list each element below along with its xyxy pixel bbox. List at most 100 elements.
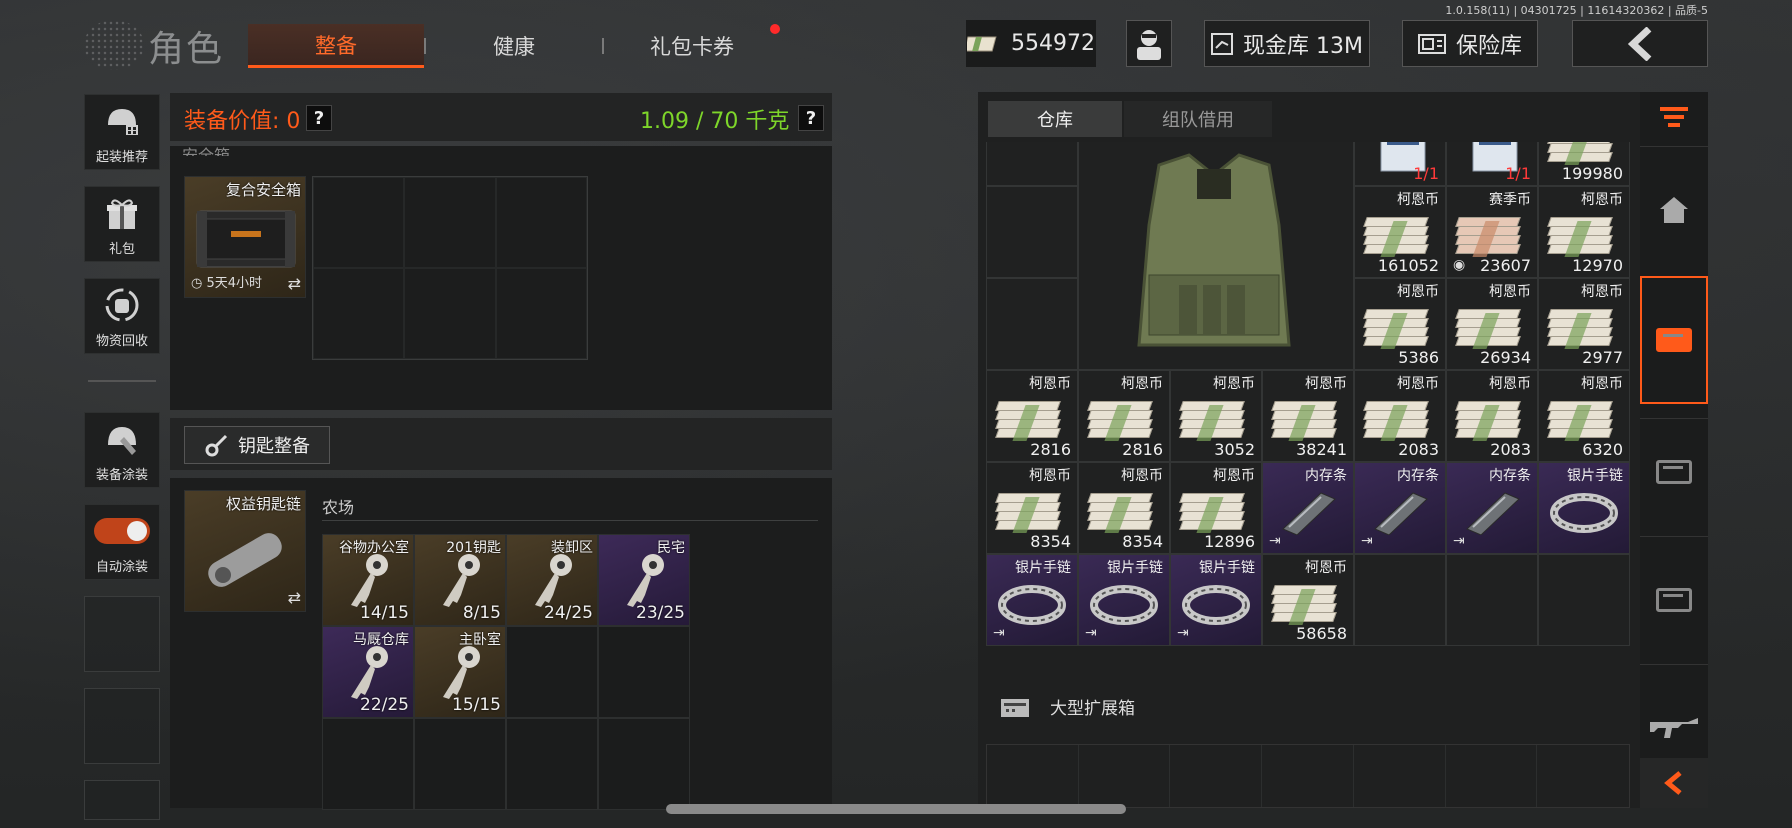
key-item[interactable]: 主卧室 15/15 [414,626,506,718]
swap-icon[interactable]: ⇄ [288,274,301,293]
weight-help-button[interactable]: ? [798,105,824,131]
currency-item[interactable]: 柯恩币 12896 [1170,462,1262,554]
inventory-slot[interactable] [1354,554,1446,646]
inventory-grid: 50/50 1/1 1/1 199980 柯恩币 161052 ◉ 赛季币 23607 柯恩币 12… [986,142,1630,676]
sidebar-label: 装备涂装 [95,468,148,483]
inventory-slot[interactable] [986,186,1078,278]
safebox-item[interactable]: 复合安全箱 ◷ 5天4小时 ⇄ [184,176,306,298]
currency-item[interactable]: 柯恩币 26934 [1446,278,1538,370]
auto-paint-toggle[interactable]: 自动涂装 [84,504,160,580]
operator-button[interactable] [1126,20,1172,67]
inventory-slot[interactable] [986,142,1078,186]
back-button[interactable] [1572,20,1708,67]
key-item[interactable]: 谷物办公室 14/15 [322,534,414,626]
gift-button[interactable]: 礼包 [84,186,160,262]
currency-item[interactable]: 199980 [1538,142,1630,186]
notification-dot [770,24,780,34]
key-slot[interactable] [598,626,690,718]
key-count: 15/15 [452,695,501,715]
equip-value-help-button[interactable]: ? [306,105,332,131]
currency-item[interactable]: 柯恩币 8354 [986,462,1078,554]
memory-stick-icon [1282,492,1336,535]
key-slot[interactable] [414,718,506,810]
safebox-image [196,210,296,268]
expand-box-row[interactable]: 大型扩展箱 [1000,694,1135,719]
storage-box-button-active[interactable] [1640,276,1708,404]
horizontal-scrollbar[interactable] [666,804,1126,814]
banknote-stack-icon [1547,142,1613,165]
tab-health[interactable]: 健康 [426,24,602,68]
key-slot[interactable] [598,718,690,810]
currency-item[interactable]: 柯恩币 6320 [1538,370,1630,462]
key-item[interactable]: 马厩仓库 22/25 [322,626,414,718]
inventory-slot[interactable] [986,278,1078,370]
tab-warehouse[interactable]: 仓库 [988,101,1122,137]
banknote-stack-icon [1271,585,1337,625]
cash-vault-button[interactable]: 现金库 13M [1204,20,1370,67]
silver-bracelet-item[interactable]: ⇥ 银片手链 [1170,554,1262,646]
currency-item[interactable]: 柯恩币 5386 [1354,278,1446,370]
currency-item[interactable]: 柯恩币 2083 [1354,370,1446,462]
tab-team-borrow[interactable]: 组队借用 [1124,101,1272,137]
memory-stick-item[interactable]: ⇥ 内存条 [1262,462,1354,554]
key-item[interactable]: 201钥匙 8/15 [414,534,506,626]
key-loadout-button[interactable]: 钥匙整备 [184,426,330,464]
weapon-button[interactable] [1646,706,1702,746]
section-title: 安全箱 [182,146,231,156]
currency-item[interactable]: 柯恩币 12970 [1538,186,1630,278]
inventory-slot[interactable] [1538,554,1630,646]
silver-bracelet-item[interactable]: ⇥ 银片手链 [986,554,1078,646]
card-item[interactable]: 1/1 [1446,142,1538,186]
recycle-button[interactable]: 物资回收 [84,278,160,354]
tab-equip[interactable]: 整备 [248,24,424,68]
safe-button[interactable]: 保险库 [1402,20,1538,67]
sort-button[interactable] [1656,100,1692,136]
keychain-item[interactable]: 权益钥匙链 ⇄ [184,490,306,612]
home-button[interactable] [1654,190,1694,230]
card-item[interactable]: 1/1 [1354,142,1446,186]
currency-item[interactable]: 柯恩币 2977 [1538,278,1630,370]
loadout-recommend-button[interactable]: 起装推荐 [84,94,160,170]
sidebar-label: 物资回收 [95,334,148,349]
tab-gift-cards[interactable]: 礼包卡券 [604,24,780,68]
export-icon: ⇥ [1085,625,1097,641]
inventory-slot[interactable] [1446,554,1538,646]
chevron-left-icon [1627,26,1652,61]
currency-item[interactable]: 柯恩币 8354 [1078,462,1170,554]
key-count: 24/25 [544,603,593,623]
currency-item[interactable]: 柯恩币 3052 [1170,370,1262,462]
memory-stick-icon [1466,492,1520,535]
banknote-stack-icon [995,401,1061,441]
key-slot[interactable] [506,718,598,810]
currency-item[interactable]: 柯恩币 2816 [986,370,1078,462]
key-slot[interactable] [322,718,414,810]
tactical-vest-item[interactable]: 50/50 [1078,142,1354,370]
item-name: 柯恩币 [1489,284,1531,300]
currency-item[interactable]: 柯恩币 161052 [1354,186,1446,278]
item-count: 199980 [1561,164,1623,183]
currency-display[interactable]: 554972 [966,20,1096,67]
safebox-grid [312,176,588,360]
currency-item[interactable]: 柯恩币 2083 [1446,370,1538,462]
memory-stick-item[interactable]: ⇥ 内存条 [1354,462,1446,554]
key-item[interactable]: 民宅 23/25 [598,534,690,626]
swap-icon[interactable]: ⇄ [288,588,301,607]
currency-item[interactable]: 柯恩币 38241 [1262,370,1354,462]
key-item[interactable]: 装卸区 24/25 [506,534,598,626]
item-name: 柯恩币 [1121,468,1163,484]
silver-bracelet-item[interactable]: ⇥ 银片手链 [1078,554,1170,646]
key-slot[interactable] [506,626,598,718]
banknote-icon [967,36,997,51]
storage-box-button-3[interactable] [1640,568,1708,632]
key-section-header: 钥匙整备 [170,418,832,470]
silver-bracelet-item[interactable]: 银片手链 [1538,462,1630,554]
currency-item[interactable]: 柯恩币 58658 [1262,554,1354,646]
collapse-rail-button[interactable] [1640,758,1708,808]
currency-item[interactable]: ◉ 赛季币 23607 [1446,186,1538,278]
equip-paint-button[interactable]: 装备涂装 [84,412,160,488]
weight-label: 1.09 / 70 千克 [640,109,790,134]
key-map-label: 农场 [322,498,355,517]
storage-box-button-2[interactable] [1640,440,1708,504]
memory-stick-item[interactable]: ⇥ 内存条 [1446,462,1538,554]
currency-item[interactable]: 柯恩币 2816 [1078,370,1170,462]
